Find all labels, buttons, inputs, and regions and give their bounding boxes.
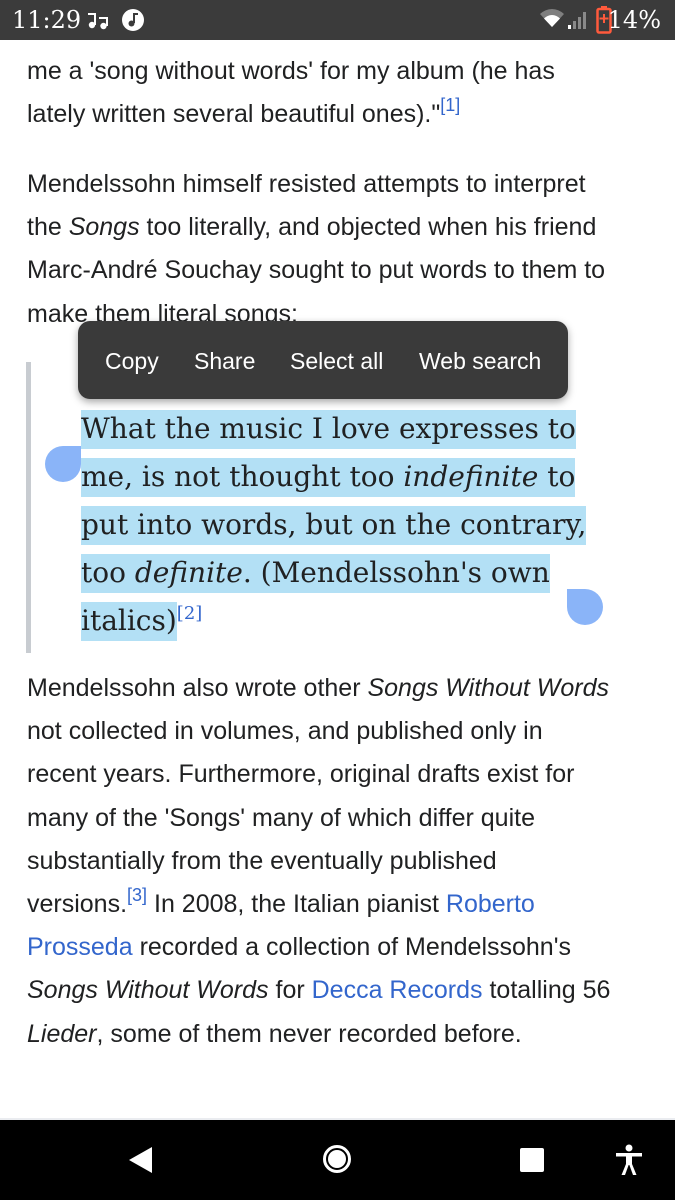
- text-selection-toolbar: Copy Share Select all Web search: [78, 321, 568, 399]
- decca-records-link[interactable]: Decca Records: [312, 976, 483, 1004]
- selection-start-handle[interactable]: [45, 446, 81, 482]
- paragraph-other-songs: Mendelssohn also wrote other Songs Witho…: [27, 667, 652, 1056]
- intro-line-1: me a 'song without words' for my album (…: [27, 57, 555, 85]
- para2-line-1-start: Mendelssohn also wrote other: [27, 674, 368, 702]
- para2-line-3: recent years. Furthermore, original draf…: [27, 760, 575, 789]
- para2-line-5: substantially from the eventually publis…: [27, 846, 497, 875]
- para2-line-8-mid: for: [268, 976, 312, 1005]
- songs-without-words-italic: Songs Without Words: [367, 674, 610, 702]
- para1-line-3: Marc-André Souchay sought to put words t…: [27, 256, 606, 285]
- phone-screen: me a 'song without words' for my album (…: [0, 0, 675, 1200]
- web-search-button[interactable]: Web search: [419, 321, 541, 399]
- selected-text[interactable]: What the music I love expresses to me, i…: [81, 410, 587, 641]
- para2-line-9-end: , some of them never recorded before.: [96, 1019, 522, 1048]
- blockquote-bar: [26, 362, 31, 653]
- music-note-icon: [122, 9, 144, 31]
- prosseda-link[interactable]: Prosseda: [27, 933, 133, 961]
- back-icon[interactable]: [128, 1146, 154, 1174]
- wifi-icon: [540, 9, 564, 27]
- article-content: me a 'song without words' for my album (…: [0, 0, 675, 1120]
- quote-indefinite-italic: indefinite: [403, 460, 539, 493]
- accessibility-icon[interactable]: [615, 1144, 643, 1176]
- para1-line-1: Mendelssohn himself resisted attempts to…: [27, 170, 586, 198]
- battery-percent: 14%: [607, 6, 661, 34]
- para2-line-6-mid: In 2008, the Italian pianist: [147, 890, 446, 919]
- para2-line-2: not collected in volumes, and published …: [27, 717, 543, 746]
- navigation-bar: [0, 1120, 675, 1200]
- para2-line-7-end: recorded a collection of Mendelssohn's: [132, 933, 571, 962]
- reference-1-link[interactable]: [1]: [440, 95, 460, 115]
- songs-without-words-italic-2: Songs Without Words: [27, 976, 269, 1005]
- blockquote[interactable]: What the music I love expresses to me, i…: [81, 405, 621, 645]
- music-shuffle-icon: [88, 13, 108, 30]
- roberto-link[interactable]: Roberto: [446, 890, 535, 918]
- para1-line-2-start: the: [27, 213, 69, 242]
- para2-line-8-end: totalling 56: [482, 976, 611, 1005]
- share-button[interactable]: Share: [194, 321, 255, 399]
- reference-2-link[interactable]: [2]: [177, 603, 203, 624]
- para1-line-2-end: too literally, and objected when his fri…: [139, 213, 597, 242]
- home-icon[interactable]: [322, 1144, 352, 1174]
- clock: 11:29: [12, 6, 82, 34]
- intro-line-2: lately written several beautiful ones).": [27, 100, 441, 129]
- copy-button[interactable]: Copy: [105, 321, 159, 399]
- status-bar: 11:29 14%: [0, 0, 675, 40]
- intro-paragraph-tail: me a 'song without words' for my album (…: [27, 50, 652, 136]
- select-all-button[interactable]: Select all: [290, 321, 383, 399]
- para2-line-6-start: versions.: [27, 890, 128, 919]
- selection-end-handle[interactable]: [567, 589, 603, 625]
- reference-3-link[interactable]: [3]: [127, 885, 147, 905]
- signal-icon: [568, 12, 586, 29]
- paragraph-interpretation: Mendelssohn himself resisted attempts to…: [27, 163, 652, 336]
- songs-italic: Songs: [68, 213, 140, 242]
- lieder-italic: Lieder: [27, 1019, 97, 1048]
- recents-icon[interactable]: [519, 1147, 545, 1173]
- para2-line-4: many of the 'Songs' many of which differ…: [27, 803, 535, 832]
- quote-definite-italic: definite: [134, 556, 243, 589]
